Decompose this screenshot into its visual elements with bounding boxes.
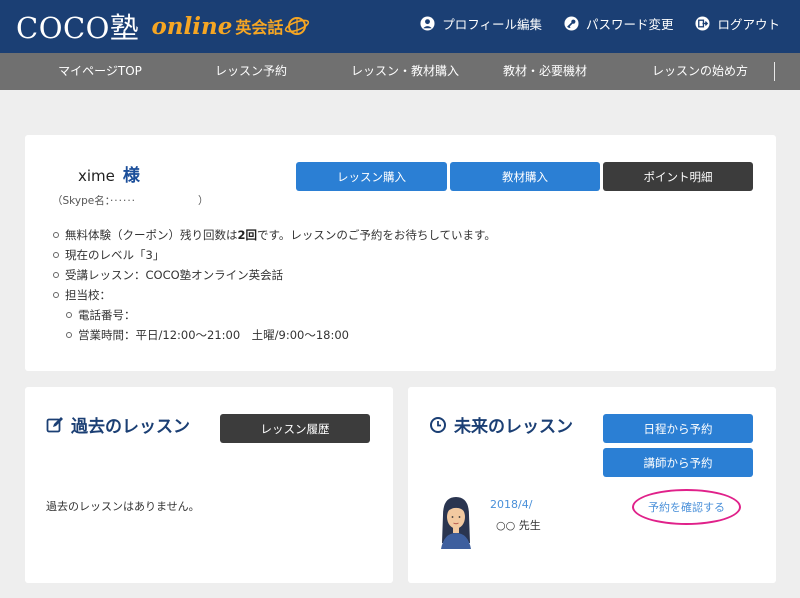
password-change-label: パスワード変更 <box>585 17 674 32</box>
profile-card: xime 様 （Skype名：······ ） レッスン購入 教材購入 ポイント明細… <box>25 135 776 371</box>
confirm-reservation-link[interactable]: 予約を確認する <box>632 489 741 525</box>
profile-edit-label: プロフィール編集 <box>442 17 542 32</box>
reserve-by-date-button[interactable]: 日程から予約 <box>603 414 753 443</box>
current-level: 現在のレベル「3」 <box>53 245 496 265</box>
logout-icon <box>695 16 711 31</box>
account-info-list: 無料体験（クーポン）残り回数は2回です。レッスンのご予約をお待ちしています。 現… <box>53 225 496 345</box>
material-purchase-button[interactable]: 教材購入 <box>450 162 600 191</box>
lesson-purchase-button[interactable]: レッスン購入 <box>296 162 447 191</box>
site-header: COCO塾 online 英会話 プロフィール編集 パスワード変更 ログアウト <box>0 0 800 53</box>
skype-suffix: ） <box>198 195 209 207</box>
assigned-school: 担当校： <box>53 285 496 305</box>
school-hours: 営業時間：平日/12:00〜21:00 土曜/9:00〜18:00 <box>65 325 496 345</box>
key-icon <box>564 16 579 31</box>
globe-icon <box>285 17 310 35</box>
skype-prefix: （Skype名： <box>52 195 110 207</box>
nav-item-lesson-reservation[interactable]: レッスン予約 <box>196 53 306 90</box>
enrolled-course: 受講レッスン：COCO塾オンライン英会話 <box>53 265 496 285</box>
nav-item-lesson-material-purchase[interactable]: レッスン・教材購入 <box>340 53 470 90</box>
nav-item-how-to-start[interactable]: レッスンの始め方 <box>645 53 755 90</box>
logo-eikaiwa-text: 英会話 <box>235 18 284 37</box>
lesson-history-button[interactable]: レッスン履歴 <box>220 414 370 443</box>
future-lessons-title: 未来のレッスン <box>429 412 573 437</box>
nav-item-materials-equipment[interactable]: 教材・必要機材 <box>490 53 600 90</box>
teacher-avatar <box>441 497 471 549</box>
past-lessons-card: 過去のレッスン レッスン履歴 過去のレッスンはありません。 <box>25 387 393 583</box>
nav-item-mypage-top[interactable]: マイページTOP <box>45 53 155 90</box>
password-change-link[interactable]: パスワード変更 <box>564 14 674 33</box>
header-links: プロフィール編集 パスワード変更 ログアウト <box>420 14 780 33</box>
past-lessons-title: 過去のレッスン <box>46 412 190 437</box>
site-logo[interactable]: COCO塾 online 英会話 <box>16 6 310 46</box>
profile-edit-link[interactable]: プロフィール編集 <box>420 14 542 33</box>
user-greeting: xime 様 <box>78 161 140 186</box>
skype-value: ······ <box>109 195 136 207</box>
coupon-count: 2回 <box>237 228 258 242</box>
honorific: 様 <box>122 166 140 186</box>
logout-link[interactable]: ログアウト <box>695 14 780 33</box>
lesson-date[interactable]: 2018/4/ <box>490 498 532 511</box>
skype-name: （Skype名：······ ） <box>52 193 209 208</box>
user-icon <box>420 16 435 31</box>
coupon-info: 無料体験（クーポン）残り回数は2回です。レッスンのご予約をお待ちしています。 <box>53 225 496 245</box>
lesson-teacher: ○○ 先生 <box>496 519 541 532</box>
clock-icon <box>430 416 446 433</box>
no-past-lessons-message: 過去のレッスンはありません。 <box>46 500 200 513</box>
main-nav: マイページTOP レッスン予約 レッスン・教材購入 教材・必要機材 レッスンの始… <box>0 53 800 90</box>
logout-label: ログアウト <box>717 17 780 32</box>
future-lessons-card: 未来のレッスン 日程から予約 講師から予約 2018/4/ ○○ 先生 予約を確… <box>408 387 776 583</box>
logo-main-text: COCO塾 <box>16 11 140 45</box>
school-phone: 電話番号： <box>65 305 496 325</box>
nav-divider <box>774 62 775 81</box>
point-details-button[interactable]: ポイント明細 <box>603 162 753 191</box>
username: xime <box>78 167 115 185</box>
reserve-by-teacher-button[interactable]: 講師から予約 <box>603 448 753 477</box>
logo-online-text: online <box>151 12 233 40</box>
edit-icon <box>46 416 63 432</box>
